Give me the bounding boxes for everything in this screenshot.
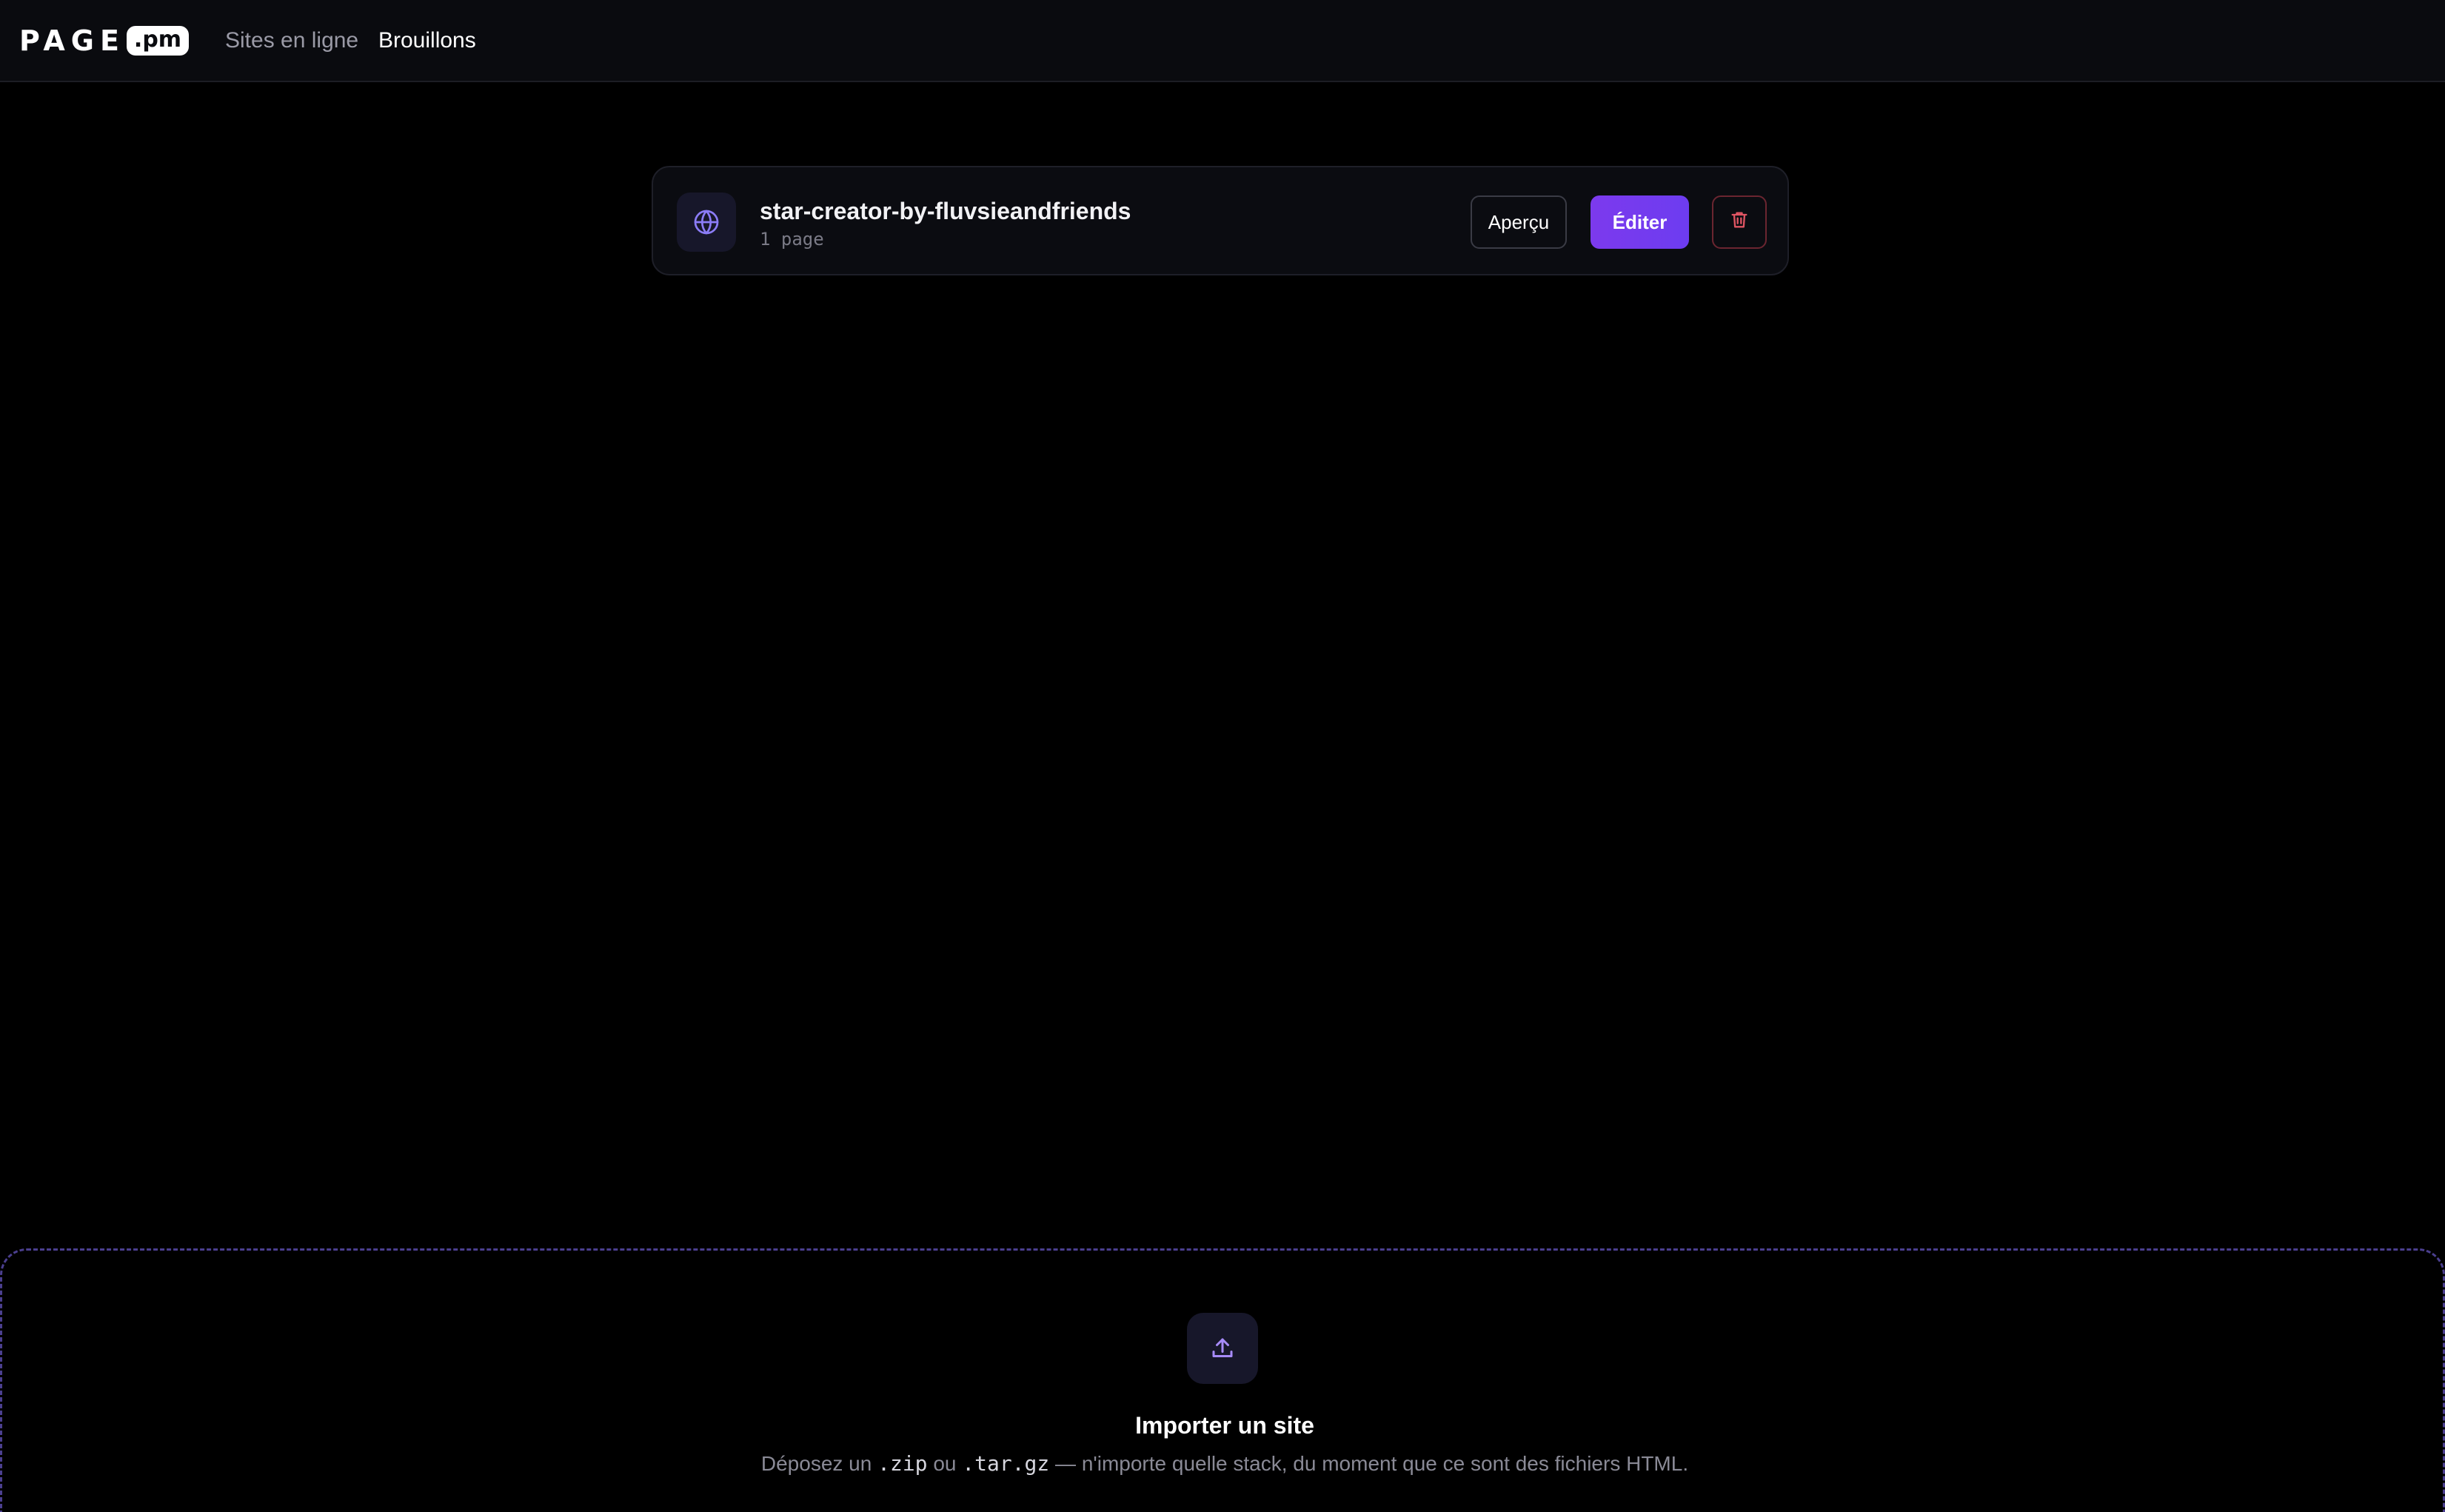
trash-icon (1729, 210, 1750, 235)
import-dropzone[interactable]: Importer un site Déposez un .zip ou .tar… (0, 1248, 2445, 1512)
upload-icon[interactable] (1187, 1313, 1258, 1384)
targz-extension: .tar.gz (962, 1451, 1050, 1476)
zip-extension: .zip (877, 1451, 928, 1476)
top-navbar: PAGE .pm Sites en ligne Brouillons (0, 0, 2445, 82)
nav-link-sites-en-ligne[interactable]: Sites en ligne (225, 27, 358, 55)
import-description: Déposez un .zip ou .tar.gz — n'importe q… (2, 1451, 2445, 1477)
logo-badge: .pm (126, 26, 190, 56)
logo[interactable]: PAGE .pm (19, 24, 190, 57)
import-title: Importer un site (1135, 1412, 1314, 1439)
site-name: star-creator-by-fluvsieandfriends (760, 198, 1131, 224)
import-desc-part: Déposez un (760, 1452, 878, 1475)
import-desc-part: ou (927, 1452, 963, 1475)
nav-link-brouillons[interactable]: Brouillons (378, 27, 476, 55)
import-desc-part: — n'importe quelle stack, du moment que … (1049, 1452, 1689, 1475)
globe-icon (677, 193, 736, 252)
delete-button[interactable] (1712, 195, 1767, 249)
draft-site-card: star-creator-by-fluvsieandfriends 1 page… (652, 166, 1789, 275)
edit-button[interactable]: Éditer (1591, 195, 1689, 249)
site-page-count: 1 page (760, 229, 824, 250)
preview-button[interactable]: Aperçu (1471, 195, 1567, 249)
logo-wordmark: PAGE (19, 24, 125, 57)
